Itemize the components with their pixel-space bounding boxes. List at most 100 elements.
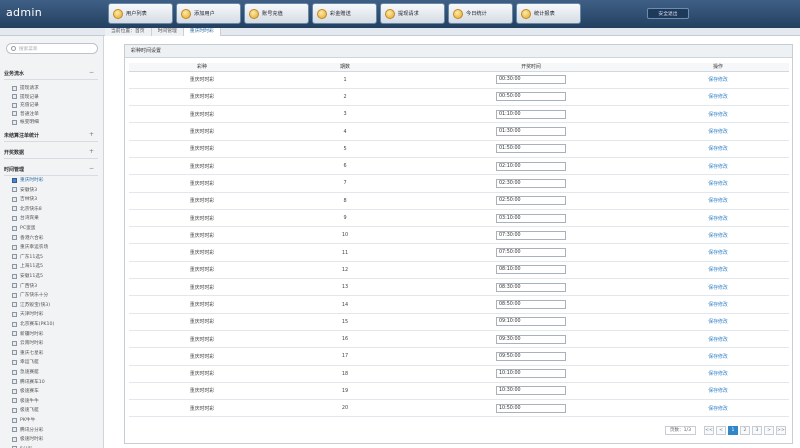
sidebar-search-input[interactable]: 搜索菜单 (6, 43, 98, 54)
draw-time-input[interactable]: 09:50:00 (496, 351, 566, 361)
sidebar-item[interactable]: 新疆时时彩 (12, 330, 43, 338)
save-changes-link[interactable]: 保存修改 (708, 267, 728, 273)
sidebar-item[interactable]: 腾讯分分彩 (12, 426, 43, 434)
sidebar-item[interactable]: 天津时时彩 (12, 310, 43, 318)
page-button[interactable]: >> (776, 426, 786, 435)
save-changes-link[interactable]: 保存修改 (708, 250, 728, 256)
draw-time-input[interactable]: 01:30:00 (496, 127, 566, 137)
sidebar-item[interactable]: 提现记录 (12, 93, 39, 101)
sidebar-item[interactable]: 云南时时彩 (12, 339, 43, 347)
nav-button-7[interactable]: 统计报表 (516, 3, 581, 24)
draw-time-input[interactable]: 08:10:00 (496, 265, 566, 275)
page-button[interactable]: < (716, 426, 726, 435)
page-button[interactable]: > (764, 426, 774, 435)
sidebar-item[interactable]: 台湾宾果 (12, 214, 39, 222)
sidebar-item[interactable]: 广东11选5 (12, 253, 43, 261)
draw-time-input[interactable]: 03:10:00 (496, 213, 566, 223)
sidebar-group-header[interactable]: 未结算注单统计 (4, 132, 39, 139)
draw-time-input[interactable]: 09:30:00 (496, 334, 566, 344)
sidebar-item[interactable]: 极速牛牛 (12, 397, 39, 405)
sidebar-item[interactable]: 广西快3 (12, 282, 37, 290)
draw-time-input[interactable]: 10:30:00 (496, 386, 566, 396)
draw-time-input[interactable]: 00:30:00 (496, 75, 566, 85)
save-changes-link[interactable]: 保存修改 (708, 94, 728, 100)
page-button[interactable]: << (704, 426, 714, 435)
draw-time-input[interactable]: 07:50:00 (496, 248, 566, 258)
sidebar-item[interactable]: 腾讯赛车10 (12, 378, 45, 386)
sidebar-item[interactable]: 普通注单 (12, 110, 39, 118)
sidebar-group-header[interactable]: 业务流水 (4, 70, 24, 77)
save-changes-link[interactable]: 保存修改 (708, 285, 728, 291)
nav-button-4[interactable]: 彩金赠送 (312, 3, 377, 24)
group-toggle-icon[interactable]: + (89, 148, 94, 155)
save-changes-link[interactable]: 保存修改 (708, 112, 728, 118)
draw-time-input[interactable]: 08:30:00 (496, 282, 566, 292)
sidebar-group-header[interactable]: 时间管理 (4, 166, 24, 173)
save-changes-link[interactable]: 保存修改 (708, 77, 728, 83)
draw-time-input[interactable]: 02:10:00 (496, 161, 566, 171)
draw-time-input[interactable]: 01:50:00 (496, 144, 566, 154)
save-changes-link[interactable]: 保存修改 (708, 198, 728, 204)
sidebar-item[interactable]: 提现请求 (12, 84, 39, 92)
sidebar-item[interactable]: 帐变明细 (12, 118, 39, 126)
nav-button-2[interactable]: 添加用户 (176, 3, 241, 24)
sidebar-item[interactable]: 香港六合彩 (12, 234, 43, 242)
sidebar-item[interactable]: 极速时时彩 (12, 435, 43, 443)
save-changes-link[interactable]: 保存修改 (708, 233, 728, 239)
draw-time-input[interactable]: 07:30:00 (496, 230, 566, 240)
group-toggle-icon[interactable]: + (89, 131, 94, 138)
save-changes-link[interactable]: 保存修改 (708, 337, 728, 343)
draw-time-input[interactable]: 09:10:00 (496, 317, 566, 327)
save-changes-link[interactable]: 保存修改 (708, 164, 728, 170)
sidebar-item[interactable]: 北京快乐8 (12, 205, 42, 213)
save-changes-link[interactable]: 保存修改 (708, 302, 728, 308)
breadcrumb-item[interactable]: 时间管理 (151, 28, 184, 36)
sidebar-item[interactable]: 幸运飞艇 (12, 358, 39, 366)
sidebar-item[interactable]: 极速飞艇 (12, 406, 39, 414)
group-toggle-icon[interactable]: − (89, 165, 94, 172)
save-changes-link[interactable]: 保存修改 (708, 146, 728, 152)
draw-time-input[interactable]: 01:10:00 (496, 109, 566, 119)
breadcrumb-item[interactable]: 重庆时时彩 (183, 28, 221, 36)
save-changes-link[interactable]: 保存修改 (708, 388, 728, 394)
save-changes-link[interactable]: 保存修改 (708, 319, 728, 325)
sidebar-item[interactable]: 安徽11选5 (12, 272, 43, 280)
draw-time-input[interactable]: 10:10:00 (496, 369, 566, 379)
save-changes-link[interactable]: 保存修改 (708, 129, 728, 135)
sidebar-item[interactable]: 极速赛车 (12, 387, 39, 395)
nav-button-1[interactable]: 用户列表 (108, 3, 173, 24)
logout-button[interactable]: 安全退出 (647, 8, 689, 19)
page-button[interactable]: 1 (728, 426, 738, 435)
sidebar-group-header[interactable]: 开奖数据 (4, 149, 24, 156)
sidebar-item[interactable]: PK牛牛 (12, 416, 35, 424)
save-changes-link[interactable]: 保存修改 (708, 216, 728, 222)
nav-button-5[interactable]: 提现请求 (380, 3, 445, 24)
page-button[interactable]: 2 (740, 426, 750, 435)
save-changes-link[interactable]: 保存修改 (708, 354, 728, 360)
draw-time-input[interactable]: 10:50:00 (496, 403, 566, 413)
draw-time-input[interactable]: 00:50:00 (496, 92, 566, 102)
sidebar-item[interactable]: 重庆幸运农场 (12, 243, 48, 251)
page-button[interactable]: 3 (752, 426, 762, 435)
nav-button-3[interactable]: 账号充值 (244, 3, 309, 24)
sidebar-item[interactable]: 北京赛车(PK10) (12, 320, 54, 328)
sidebar-item[interactable]: 吉林快3 (12, 195, 37, 203)
nav-button-6[interactable]: 今日统计 (448, 3, 513, 24)
save-changes-link[interactable]: 保存修改 (708, 406, 728, 412)
breadcrumb-item[interactable]: 当前位置：首页 (105, 28, 152, 36)
save-changes-link[interactable]: 保存修改 (708, 371, 728, 377)
sidebar-item[interactable]: 充值记录 (12, 101, 39, 109)
draw-time-input[interactable]: 08:50:00 (496, 300, 566, 309)
sidebar-item[interactable]: 上海11选5 (12, 262, 43, 270)
draw-time-input[interactable]: 02:30:00 (496, 178, 566, 188)
sidebar-item[interactable]: 重庆时时彩 (12, 176, 43, 184)
sidebar-item[interactable]: PC蛋蛋 (12, 224, 35, 232)
sidebar-item[interactable]: 江苏骰宝(快3) (12, 301, 50, 309)
sidebar-item[interactable]: 重庆七星彩 (12, 349, 43, 357)
sidebar-item[interactable]: 安徽快3 (12, 186, 37, 194)
sidebar-item[interactable]: 广东快乐十分 (12, 291, 48, 299)
sidebar-item[interactable]: 急速赛艇 (12, 368, 39, 376)
draw-time-input[interactable]: 02:50:00 (496, 196, 566, 206)
group-toggle-icon[interactable]: − (89, 69, 94, 76)
save-changes-link[interactable]: 保存修改 (708, 181, 728, 187)
